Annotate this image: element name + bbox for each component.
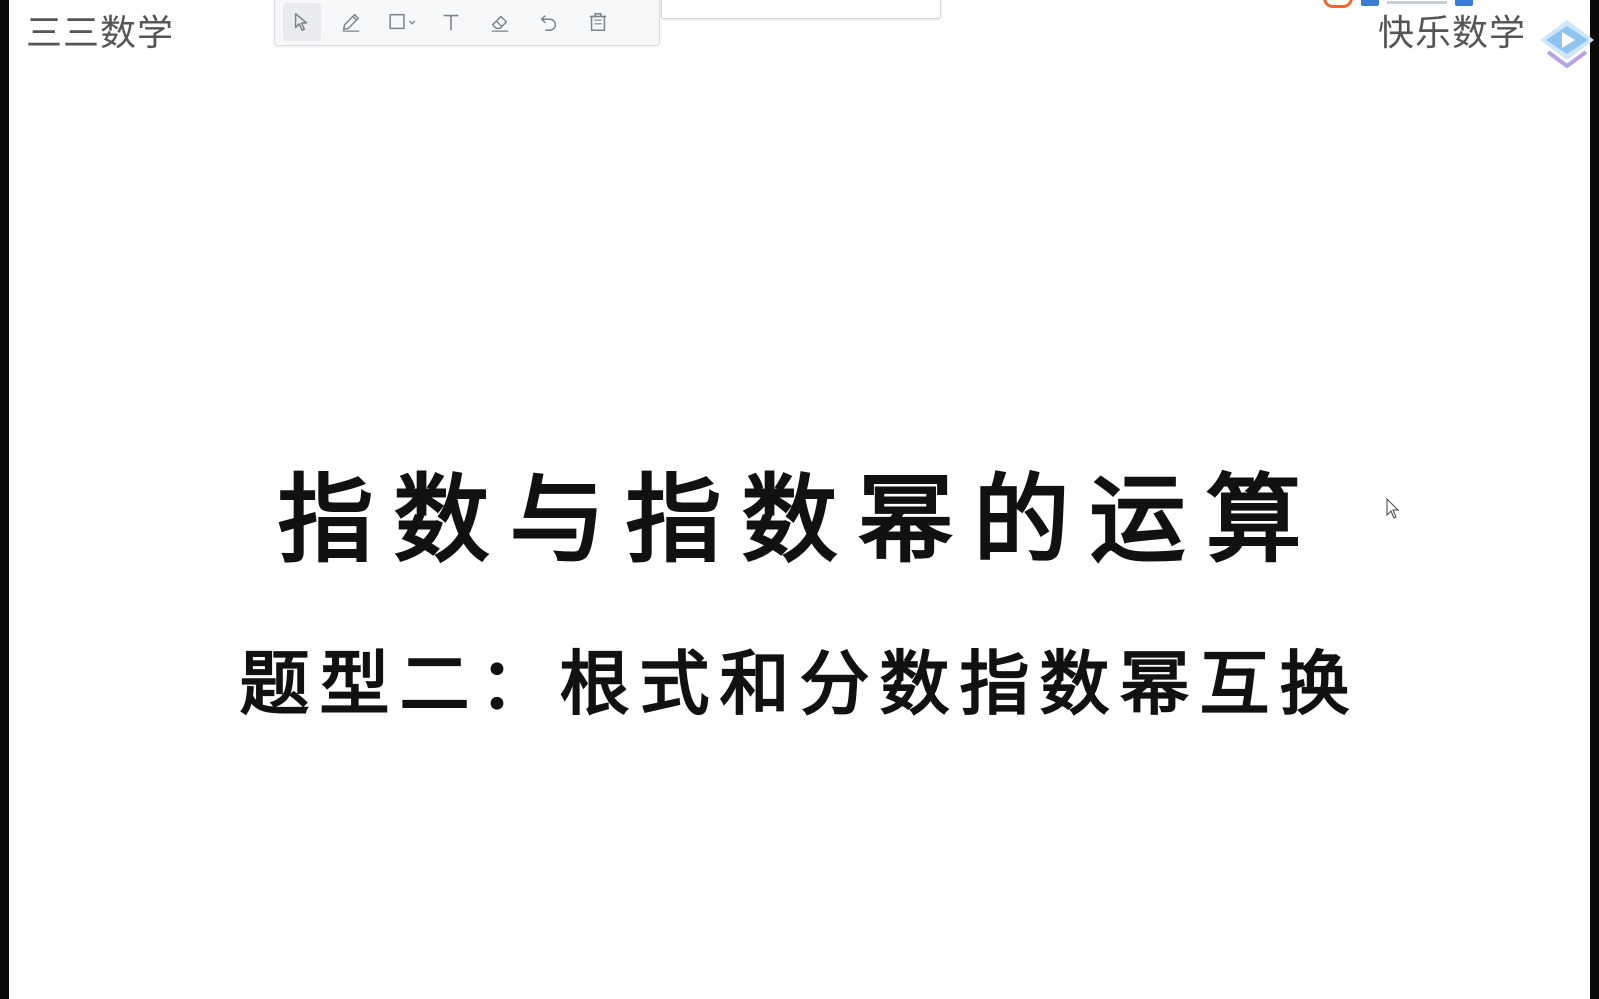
pen-icon	[342, 13, 360, 32]
screen: 三三数学 快乐数学 指数与指数幂的运算 题型二：根式和分数指数幂互换	[0, 0, 1599, 999]
undo-icon	[540, 15, 557, 31]
corner-widget	[1323, 0, 1599, 8]
shape-tool-button[interactable]	[381, 3, 425, 41]
gray-bar	[1387, 0, 1447, 4]
cursor-arrow-icon	[294, 13, 308, 31]
slide-title: 指数与指数幂的运算	[277, 463, 1322, 576]
clear-button[interactable]	[579, 3, 617, 41]
blue-indicator	[1455, 0, 1473, 6]
trash-icon	[589, 13, 607, 31]
rectangle-icon	[389, 13, 416, 30]
blue-indicator	[1361, 0, 1379, 6]
undo-button[interactable]	[530, 3, 568, 41]
eraser-tool-button[interactable]	[481, 3, 519, 41]
pen-tool-button[interactable]	[332, 3, 370, 41]
slide-subtitle: 题型二：根式和分数指数幂互换	[239, 642, 1360, 725]
mouse-cursor-icon	[1386, 498, 1400, 519]
annotation-toolbar	[274, 0, 660, 46]
text-tool-button[interactable]	[432, 3, 470, 41]
chevron-down-icon	[408, 20, 416, 25]
toolbar-popover	[661, 0, 941, 19]
orange-logo-fragment	[1323, 0, 1353, 8]
eraser-icon	[491, 15, 509, 32]
channel-watermark-right: 快乐数学	[1378, 13, 1527, 54]
text-icon	[443, 14, 459, 31]
select-tool-button[interactable]	[283, 3, 321, 41]
play-icon[interactable]	[1538, 18, 1596, 70]
channel-watermark-left: 三三数学	[26, 13, 175, 54]
